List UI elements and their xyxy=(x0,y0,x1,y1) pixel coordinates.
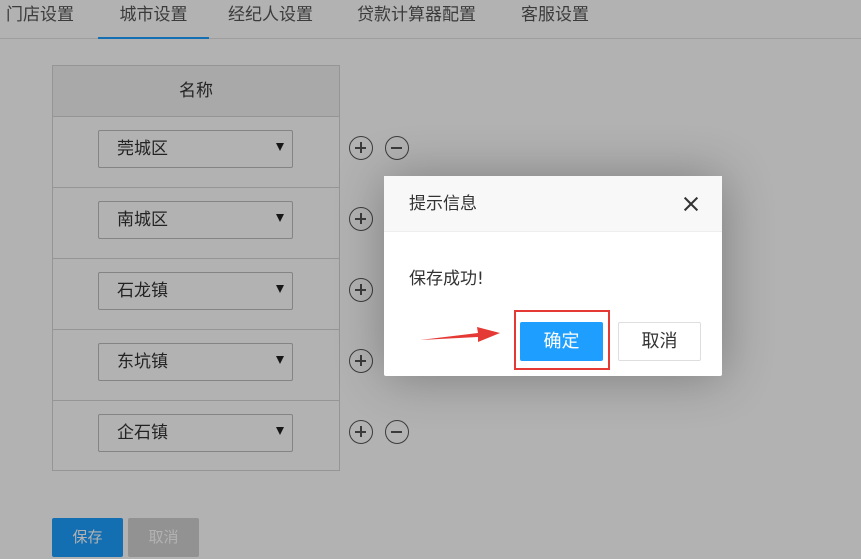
dialog-message: 保存成功! xyxy=(409,269,484,289)
close-icon[interactable] xyxy=(682,195,700,213)
annotation-highlight-box xyxy=(514,310,610,370)
annotation-arrow-icon xyxy=(420,327,500,342)
dialog-header: 提示信息 xyxy=(384,176,722,232)
dialog-cancel-button[interactable]: 取消 xyxy=(618,322,701,361)
dialog-title: 提示信息 xyxy=(409,194,477,214)
